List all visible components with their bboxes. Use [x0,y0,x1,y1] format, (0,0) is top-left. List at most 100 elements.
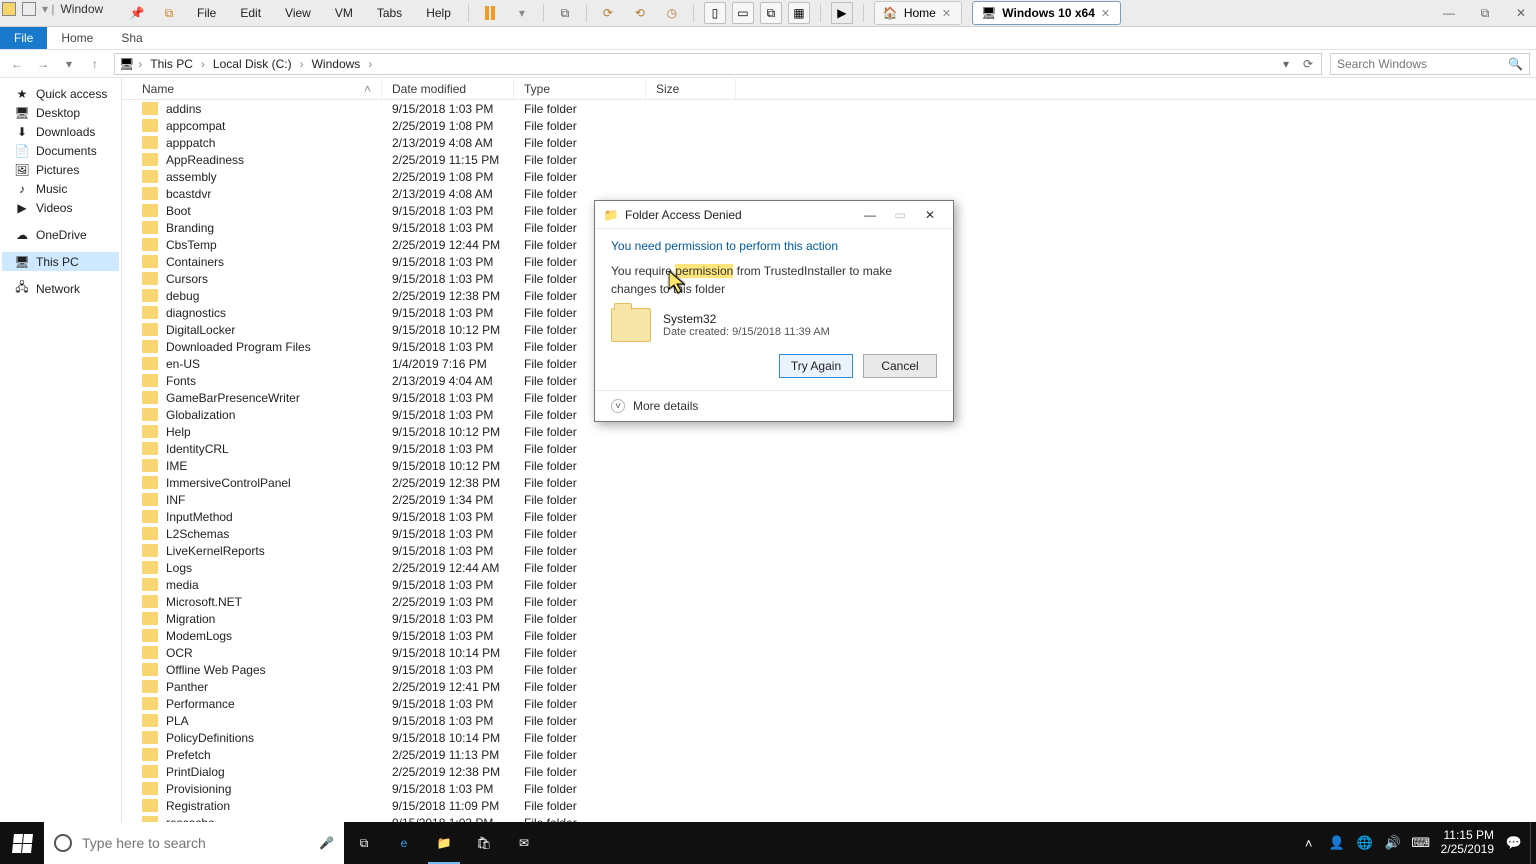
file-row[interactable]: PLA9/15/2018 1:03 PMFile folder [122,712,1536,729]
vm-library-icon[interactable]: ⧉ [158,2,180,24]
vm-pin-icon[interactable]: 📌 [126,2,148,24]
file-row[interactable]: Help9/15/2018 10:12 PMFile folder [122,423,1536,440]
taskbar-store[interactable]: 🛍 [464,822,504,864]
address-refresh-button[interactable]: ⟳ [1299,55,1317,73]
file-row[interactable]: OCR9/15/2018 10:14 PMFile folder [122,644,1536,661]
vm-host-restore[interactable]: ⧉ [1476,4,1494,22]
file-row[interactable]: PolicyDefinitions9/15/2018 10:14 PMFile … [122,729,1536,746]
file-row[interactable]: apppatch2/13/2019 4:08 AMFile folder [122,134,1536,151]
column-name[interactable]: Name˄ [122,78,382,99]
nav-back-button[interactable]: ← [6,53,28,75]
vm-menu-view[interactable]: View [278,3,318,23]
vm-clock1-icon[interactable]: ⟳ [597,2,619,24]
nav-recent-dropdown[interactable]: ▾ [58,53,80,75]
nav-item-videos[interactable]: ▶Videos [2,198,119,217]
vm-clock2-icon[interactable]: ⟲ [629,2,651,24]
file-row[interactable]: IdentityCRL9/15/2018 1:03 PMFile folder [122,440,1536,457]
vm-host-minimize[interactable]: — [1440,4,1458,22]
vm-snapshot-icon[interactable]: ⧉ [554,2,576,24]
dialog-minimize-button[interactable]: ― [855,204,885,226]
file-row[interactable]: Migration9/15/2018 1:03 PMFile folder [122,610,1536,627]
nav-item-desktop[interactable]: 🖥Desktop [2,103,119,122]
nav-item-downloads[interactable]: ⬇Downloads [2,122,119,141]
file-row[interactable]: AppReadiness2/25/2019 11:15 PMFile folde… [122,151,1536,168]
file-row[interactable]: ModemLogs9/15/2018 1:03 PMFile folder [122,627,1536,644]
column-size[interactable]: Size [646,78,736,99]
tray-people-icon[interactable]: 👤 [1329,835,1345,851]
file-row[interactable]: Microsoft.NET2/25/2019 1:03 PMFile folde… [122,593,1536,610]
microphone-icon[interactable]: 🎤 [319,836,334,850]
vm-fullscreen-icon[interactable]: ▶ [831,2,853,24]
vm-pause-dropdown[interactable]: ▾ [511,2,533,24]
nav-this-pc[interactable]: 🖥This PC [2,252,119,271]
file-row[interactable]: Registration9/15/2018 11:09 PMFile folde… [122,797,1536,814]
tray-network-icon[interactable]: 🌐 [1357,835,1373,851]
address-bar[interactable]: 🖥 › This PC › Local Disk (C:) › Windows … [114,53,1322,75]
dialog-close-button[interactable]: ✕ [915,204,945,226]
file-row[interactable]: InputMethod9/15/2018 1:03 PMFile folder [122,508,1536,525]
vm-tab-active[interactable]: 🖥 Windows 10 x64 ✕ [972,1,1121,25]
file-row[interactable]: PrintDialog2/25/2019 12:38 PMFile folder [122,763,1536,780]
tray-clock[interactable]: 11:15 PM 2/25/2019 [1441,829,1494,857]
start-button[interactable] [0,822,44,864]
vm-clock3-icon[interactable]: ◷ [661,2,683,24]
vm-menu-vm[interactable]: VM [328,3,360,23]
address-history-dropdown[interactable]: ▾ [1277,55,1295,73]
dialog-titlebar[interactable]: 📁 Folder Access Denied ― ▭ ✕ [595,201,953,229]
breadcrumb-localdisk[interactable]: Local Disk (C:) [209,56,296,72]
file-row[interactable]: Prefetch2/25/2019 11:13 PMFile folder [122,746,1536,763]
column-date[interactable]: Date modified [382,78,514,99]
vm-menu-edit[interactable]: Edit [233,3,268,23]
dialog-more-details[interactable]: ˅ More details [595,390,953,421]
nav-item-pictures[interactable]: 🖼Pictures [2,160,119,179]
nav-forward-button[interactable]: → [32,53,54,75]
vm-menu-file[interactable]: File [190,3,223,23]
vm-menu-help[interactable]: Help [419,3,458,23]
tray-overflow-icon[interactable]: ˄ [1301,835,1317,851]
nav-item-music[interactable]: ♪Music [2,179,119,198]
vm-layout-4[interactable]: ▦ [788,2,810,24]
file-row[interactable]: LiveKernelReports9/15/2018 1:03 PMFile f… [122,542,1536,559]
vm-tab-home[interactable]: 🏠 Home ✕ [874,1,962,25]
vm-tab-active-close[interactable]: ✕ [1101,7,1110,20]
taskbar-mail[interactable]: ✉ [504,822,544,864]
tray-action-center-icon[interactable]: 💬 [1506,835,1522,851]
nav-network[interactable]: 🖧Network [2,279,119,298]
file-row[interactable]: addins9/15/2018 1:03 PMFile folder [122,100,1536,117]
breadcrumb-thispc[interactable]: This PC [146,56,197,72]
cancel-button[interactable]: Cancel [863,354,937,378]
explorer-search-input[interactable] [1337,57,1508,71]
file-row[interactable]: Logs2/25/2019 12:44 AMFile folder [122,559,1536,576]
task-view-button[interactable]: ⧉ [344,822,384,864]
breadcrumb-windows[interactable]: Windows [308,56,365,72]
taskbar-search[interactable]: 🎤 [44,822,344,864]
column-type[interactable]: Type [514,78,646,99]
ribbon-file-tab[interactable]: File [0,27,47,49]
tray-volume-icon[interactable]: 🔊 [1385,835,1401,851]
file-row[interactable]: Performance9/15/2018 1:03 PMFile folder [122,695,1536,712]
vm-menu-tabs[interactable]: Tabs [370,3,409,23]
file-row[interactable]: Panther2/25/2019 12:41 PMFile folder [122,678,1536,695]
file-row[interactable]: ImmersiveControlPanel2/25/2019 12:38 PMF… [122,474,1536,491]
vm-pause-button[interactable] [479,2,501,24]
explorer-search-box[interactable]: 🔍 [1330,53,1530,75]
file-row[interactable]: Provisioning9/15/2018 1:03 PMFile folder [122,780,1536,797]
try-again-button[interactable]: Try Again [779,354,853,378]
vm-tab-home-close[interactable]: ✕ [942,7,951,20]
nav-onedrive[interactable]: ☁OneDrive [2,225,119,244]
nav-up-button[interactable]: ↑ [84,53,106,75]
file-row[interactable]: IME9/15/2018 10:12 PMFile folder [122,457,1536,474]
file-row[interactable]: media9/15/2018 1:03 PMFile folder [122,576,1536,593]
file-row[interactable]: INF2/25/2019 1:34 PMFile folder [122,491,1536,508]
file-list[interactable]: Name˄ Date modified Type Size addins9/15… [122,78,1536,838]
tray-input-icon[interactable]: ⌨ [1413,835,1429,851]
ribbon-share-tab[interactable]: Sha [107,27,156,49]
file-row[interactable]: Offline Web Pages9/15/2018 1:03 PMFile f… [122,661,1536,678]
taskbar-search-input[interactable] [82,835,309,851]
vm-host-close[interactable]: ✕ [1512,4,1530,22]
nav-quick-access[interactable]: ★Quick access [2,84,119,103]
taskbar-explorer[interactable]: 📁 [424,822,464,864]
vm-layout-2[interactable]: ▭ [732,2,754,24]
taskbar-edge[interactable]: e [384,822,424,864]
vm-layout-1[interactable]: ▯ [704,2,726,24]
